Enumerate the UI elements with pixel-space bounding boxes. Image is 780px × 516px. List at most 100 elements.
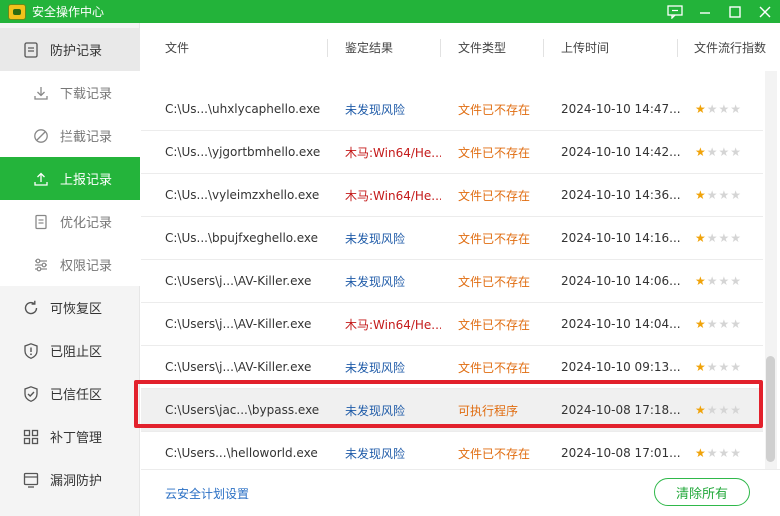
star-empty-icon: ★ [718,317,730,331]
popularity-rating: ★ ★ ★ ★ [695,217,755,259]
star-empty-icon: ★ [730,274,742,288]
sidebar-item-restorable-area[interactable]: 可恢复区 [0,286,140,329]
popularity-rating: ★ ★ ★ ★ [695,389,755,431]
column-header-popularity[interactable]: 文件流行指数 [694,23,766,71]
star-empty-icon: ★ [718,403,730,417]
shield-record-icon [22,41,40,59]
sidebar-item-download-records[interactable]: 下载记录 [0,71,140,114]
star-empty-icon: ★ [718,360,730,374]
file-type-cell: 文件已不存在 [458,274,531,289]
sidebar-item-blocked-area[interactable]: 已阻止区 [0,329,140,372]
star-empty-icon: ★ [730,188,742,202]
sidebar-item-optimize-records[interactable]: 优化记录 [0,200,140,243]
file-path-cell: C:\Users...\helloworld.exe [165,446,318,460]
file-path-cell: C:\Users\j...\AV-Killer.exe [165,317,312,331]
table-row[interactable]: C:\Us...\yjgortbmhello.exe 木马:Win64/He...… [141,131,763,174]
file-path-cell: C:\Us...\vyleimzxhello.exe [165,188,320,202]
table-row[interactable]: C:\Users\j...\AV-Killer.exe 未发现风险 文件已不存在 20… [141,260,763,303]
security-center-window: 安全操作中心 防护记录 下载记录 拦截记录 上报记录 优化记录 权限记录 可恢复… [0,0,780,516]
sidebar-item-label: 防护记录 [50,44,103,59]
upload-time-cell: 2024-10-10 14:47... [561,102,681,116]
star-empty-icon: ★ [706,188,718,202]
block-icon [32,127,50,145]
result-cell: 未发现风险 [345,102,406,117]
star-empty-icon: ★ [718,102,730,116]
file-type-cell: 文件已不存在 [458,231,531,246]
star-filled-icon: ★ [695,274,706,288]
upload-time-cell: 2024-10-10 09:13... [561,360,681,374]
clear-all-button[interactable]: 清除所有 [654,478,750,506]
table-row[interactable]: C:\Users...\helloworld.exe 未发现风险 文件已不存在 202… [141,432,763,469]
maximize-icon[interactable] [720,0,750,23]
file-path-cell: C:\Us...\uhxlycaphello.exe [165,102,321,116]
result-cell: 未发现风险 [345,231,406,246]
column-divider[interactable] [543,39,544,57]
column-header-result[interactable]: 鉴定结果 [345,23,393,71]
app-logo-icon [8,3,26,20]
upload-icon [32,170,50,188]
star-empty-icon: ★ [706,274,718,288]
upload-time-cell: 2024-10-10 14:04... [561,317,681,331]
sidebar-item-permission-records[interactable]: 权限记录 [0,243,140,286]
column-divider[interactable] [440,39,441,57]
column-header-file[interactable]: 文件 [165,23,189,71]
permission-sliders-icon [32,256,50,274]
sidebar-item-patch-management[interactable]: 补丁管理 [0,415,140,458]
column-divider[interactable] [677,39,678,57]
patch-grid-icon [22,428,40,446]
popularity-rating: ★ ★ ★ ★ [695,174,755,216]
popularity-rating: ★ ★ ★ ★ [695,303,755,345]
column-divider[interactable] [327,39,328,57]
minimize-icon[interactable] [690,0,720,23]
star-filled-icon: ★ [695,317,706,331]
sidebar-item-vulnerability-protection[interactable]: 漏洞防护 [0,458,140,501]
file-path-cell: C:\Users\j...\AV-Killer.exe [165,360,312,374]
file-type-cell: 可执行程序 [458,403,519,418]
table-row[interactable]: C:\Users\j...\AV-Killer.exe 未发现风险 文件已不存在 20… [141,346,763,389]
popularity-rating: ★ ★ ★ ★ [695,260,755,302]
table-row[interactable]: C:\Us...\vyleimzxhello.exe 木马:Win64/He...… [141,174,763,217]
shield-check-icon [22,385,40,403]
column-header-type[interactable]: 文件类型 [458,23,506,71]
sidebar-item-intercept-records[interactable]: 拦截记录 [0,114,140,157]
scrollbar-thumb[interactable] [766,356,775,462]
result-cell: 未发现风险 [345,403,406,418]
upload-time-cell: 2024-10-10 14:42... [561,145,681,159]
popularity-rating: ★ ★ ★ ★ [695,346,755,388]
column-header-upload-time[interactable]: 上传时间 [561,23,609,71]
feedback-icon[interactable] [660,0,690,23]
star-filled-icon: ★ [695,102,706,116]
scrollbar[interactable] [765,71,777,469]
table-row[interactable]: C:\Us...\uhxlycaphello.exe 未发现风险 文件已不存在 202… [141,88,763,131]
sidebar-item-trusted-area[interactable]: 已信任区 [0,372,140,415]
star-empty-icon: ★ [718,145,730,159]
sidebar-item-report-records[interactable]: 上报记录 [0,157,140,200]
star-empty-icon: ★ [730,231,742,245]
star-empty-icon: ★ [706,317,718,331]
sidebar-item-label: 权限记录 [60,259,113,274]
footer: 云安全计划设置 清除所有 [141,469,780,516]
sidebar-item-label: 优化记录 [60,216,113,231]
star-empty-icon: ★ [718,188,730,202]
table-row[interactable]: C:\Users\j...\AV-Killer.exe 木马:Win64/He..… [141,303,763,346]
file-type-cell: 文件已不存在 [458,360,531,375]
sidebar-item-label: 已信任区 [50,388,103,403]
star-empty-icon: ★ [706,145,718,159]
popularity-rating: ★ ★ ★ ★ [695,131,755,173]
file-path-cell: C:\Us...\yjgortbmhello.exe [165,145,321,159]
table-row[interactable]: C:\Us...\bpujfxeghello.exe 未发现风险 文件已不存在 202… [141,217,763,260]
table-row[interactable]: C:\Users\jac...\bypass.exe 未发现风险 可执行程序 2024… [141,389,763,432]
sidebar-item-label: 补丁管理 [50,431,103,446]
star-filled-icon: ★ [695,360,706,374]
sidebar-item-protection-records[interactable]: 防护记录 [0,28,140,71]
records-list: C:\Us...\uhxlycaphello.exe 未发现风险 文件已不存在 202… [141,71,763,469]
star-empty-icon: ★ [706,231,718,245]
star-empty-icon: ★ [730,446,742,460]
sidebar-item-label: 可恢复区 [50,302,103,317]
sidebar: 防护记录 下载记录 拦截记录 上报记录 优化记录 权限记录 可恢复区 已阻止区 … [0,23,140,516]
star-empty-icon: ★ [730,403,742,417]
cloud-security-settings-link[interactable]: 云安全计划设置 [165,485,249,502]
close-icon[interactable] [750,0,780,23]
star-filled-icon: ★ [695,403,706,417]
sidebar-item-label: 漏洞防护 [50,474,103,489]
